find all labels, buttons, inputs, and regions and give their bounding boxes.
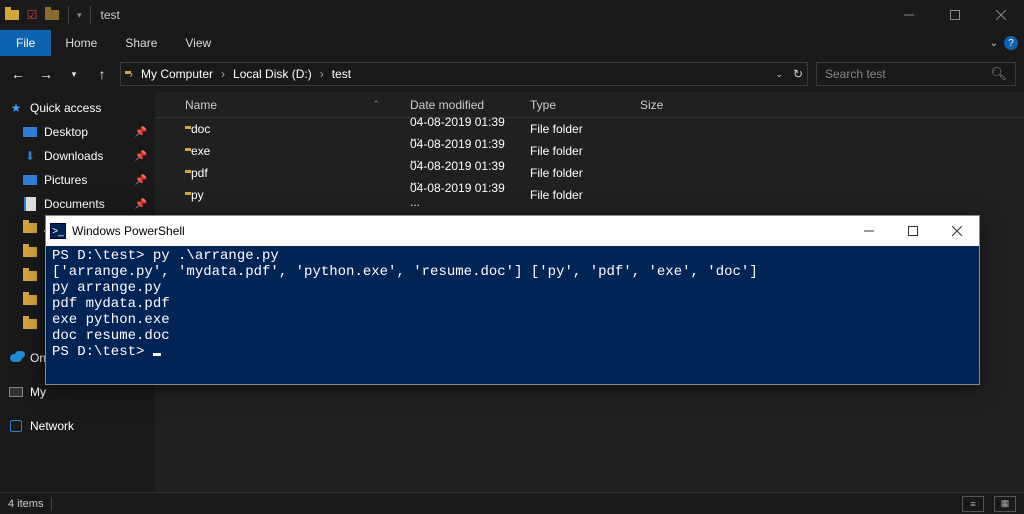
chevron-right-icon[interactable]: ›	[219, 67, 227, 81]
status-text: 4 items	[8, 498, 43, 510]
file-type: File folder	[520, 122, 630, 136]
search-input[interactable]: Search test 🔍︎	[816, 62, 1016, 86]
tree-label: On	[30, 351, 46, 365]
pc-icon	[8, 384, 24, 400]
view-details-button[interactable]: ≡	[962, 496, 984, 512]
chevron-right-icon[interactable]: ›	[318, 67, 326, 81]
qat-dropdown-icon[interactable]: ▾	[77, 10, 82, 21]
maximize-button[interactable]	[932, 0, 978, 30]
file-name: doc	[191, 122, 210, 136]
folder-icon	[22, 268, 38, 284]
tree-label: Network	[30, 419, 74, 433]
tree-label: Quick access	[30, 101, 101, 115]
ribbon-tabs: File Home Share View ⌄ ?	[0, 30, 1024, 56]
qat-new-folder-icon[interactable]	[44, 7, 60, 23]
tree-label: Desktop	[44, 125, 88, 139]
powershell-window: >_ Windows PowerShell PS D:\test> py .\a…	[45, 215, 980, 385]
powershell-icon: >_	[50, 223, 66, 239]
status-bar: 4 items ≡ ▦	[0, 492, 1024, 514]
properties-icon[interactable]: ☑	[24, 7, 40, 23]
file-type: File folder	[520, 166, 630, 180]
pin-icon: 📌	[135, 199, 147, 210]
folder-icon	[22, 244, 38, 260]
folder-icon	[22, 220, 38, 236]
tree-downloads[interactable]: ⬇ Downloads 📌	[0, 144, 155, 168]
download-icon: ⬇	[22, 148, 38, 164]
file-date: 04-08-2019 01:39 ...	[400, 181, 520, 209]
window-title: test	[101, 8, 120, 22]
nav-row: ← → ▾ ↑ › My Computer › Local Disk (D:) …	[0, 56, 1024, 92]
terminal-output[interactable]: PS D:\test> py .\arrange.py ['arrange.py…	[46, 246, 979, 384]
titlebar: ☑ ▾ test	[0, 0, 1024, 30]
folder-icon	[4, 7, 20, 23]
col-date[interactable]: Date modified	[400, 98, 520, 112]
tab-home[interactable]: Home	[51, 30, 111, 56]
col-name[interactable]: Name ⌃	[155, 98, 400, 112]
cursor	[153, 353, 161, 356]
tree-label: Pictures	[44, 173, 87, 187]
documents-icon	[22, 196, 38, 212]
tree-pictures[interactable]: Pictures 📌	[0, 168, 155, 192]
titlebar[interactable]: >_ Windows PowerShell	[46, 216, 979, 246]
onedrive-icon	[8, 350, 24, 366]
star-icon: ★	[8, 100, 24, 116]
tree-network[interactable]: Network	[0, 414, 155, 438]
pictures-icon	[22, 172, 38, 188]
view-icons-button[interactable]: ▦	[994, 496, 1016, 512]
col-label: Name	[185, 98, 217, 112]
network-icon	[8, 418, 24, 434]
tab-share[interactable]: Share	[111, 30, 171, 56]
breadcrumb[interactable]: Local Disk (D:)	[229, 67, 316, 81]
search-icon: 🔍︎	[990, 66, 1007, 82]
close-button[interactable]	[935, 216, 979, 246]
tree-label: Downloads	[44, 149, 103, 163]
ribbon-collapse-icon[interactable]: ⌄	[990, 38, 998, 49]
file-row[interactable]: exe04-08-2019 01:39 ...File folder	[155, 140, 1024, 162]
refresh-icon[interactable]: ↻	[793, 67, 803, 81]
folder-icon	[22, 292, 38, 308]
tree-documents[interactable]: Documents 📌	[0, 192, 155, 216]
minimize-button[interactable]	[847, 216, 891, 246]
sort-asc-icon: ⌃	[372, 99, 380, 110]
address-bar[interactable]: › My Computer › Local Disk (D:) › test ⌄…	[120, 62, 808, 86]
file-row[interactable]: doc04-08-2019 01:39 ...File folder	[155, 118, 1024, 140]
tree-quick-access[interactable]: ★ Quick access	[0, 96, 155, 120]
tab-file[interactable]: File	[0, 30, 51, 56]
col-size[interactable]: Size	[630, 98, 710, 112]
pin-icon: 📌	[135, 151, 147, 162]
file-type: File folder	[520, 188, 630, 202]
pin-icon: 📌	[135, 175, 147, 186]
search-placeholder: Search test	[825, 67, 886, 81]
breadcrumb[interactable]: My Computer	[137, 67, 217, 81]
file-row[interactable]: pdf04-08-2019 01:39 ...File folder	[155, 162, 1024, 184]
pin-icon: 📌	[135, 127, 147, 138]
breadcrumb[interactable]: test	[328, 67, 355, 81]
maximize-button[interactable]	[891, 216, 935, 246]
file-name: pdf	[191, 166, 208, 180]
file-type: File folder	[520, 144, 630, 158]
file-name: py	[191, 188, 204, 202]
col-type[interactable]: Type	[520, 98, 630, 112]
back-button[interactable]: ←	[8, 66, 28, 82]
address-dropdown-icon[interactable]: ⌄	[775, 69, 783, 80]
file-row[interactable]: py 04-08-2019 01:39 ...File folder	[155, 184, 1024, 206]
forward-button[interactable]: →	[36, 66, 56, 82]
file-name: exe	[191, 144, 210, 158]
column-headers: Name ⌃ Date modified Type Size	[155, 92, 1024, 118]
close-button[interactable]	[978, 0, 1024, 30]
window-title: Windows PowerShell	[72, 224, 185, 238]
chevron-right-icon[interactable]: ›	[127, 67, 135, 81]
minimize-button[interactable]	[886, 0, 932, 30]
desktop-icon	[22, 124, 38, 140]
tree-label: My	[30, 385, 46, 399]
tree-desktop[interactable]: Desktop 📌	[0, 120, 155, 144]
recent-dropdown-icon[interactable]: ▾	[64, 69, 84, 80]
help-icon[interactable]: ?	[1004, 36, 1018, 50]
tree-label: Documents	[44, 197, 105, 211]
tab-view[interactable]: View	[171, 30, 225, 56]
folder-icon	[22, 316, 38, 332]
up-button[interactable]: ↑	[92, 66, 112, 82]
